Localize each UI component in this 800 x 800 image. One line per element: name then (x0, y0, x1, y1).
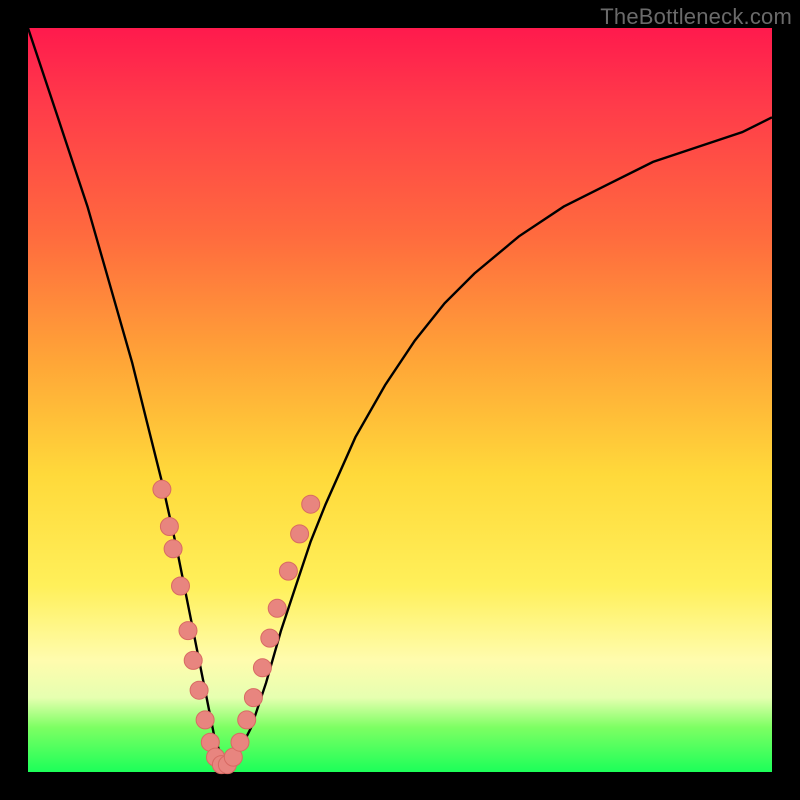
highlight-dot (184, 651, 202, 669)
highlight-dot (179, 622, 197, 640)
highlight-dot (261, 629, 279, 647)
highlight-dot (302, 495, 320, 513)
highlight-dot (238, 711, 256, 729)
highlight-dot (153, 480, 171, 498)
highlight-dot (253, 659, 271, 677)
highlight-dots-group (153, 480, 320, 773)
highlight-dot (190, 681, 208, 699)
highlight-dot (164, 540, 182, 558)
highlight-dot (231, 733, 249, 751)
outer-frame: TheBottleneck.com (0, 0, 800, 800)
highlight-dot (279, 562, 297, 580)
highlight-dot (172, 577, 190, 595)
watermark-text: TheBottleneck.com (600, 4, 792, 30)
highlight-dot (160, 518, 178, 536)
bottleneck-curve (28, 28, 772, 765)
plot-area (28, 28, 772, 772)
highlight-dot (291, 525, 309, 543)
highlight-dot (244, 689, 262, 707)
highlight-dot (268, 599, 286, 617)
highlight-dot (196, 711, 214, 729)
chart-svg (28, 28, 772, 772)
